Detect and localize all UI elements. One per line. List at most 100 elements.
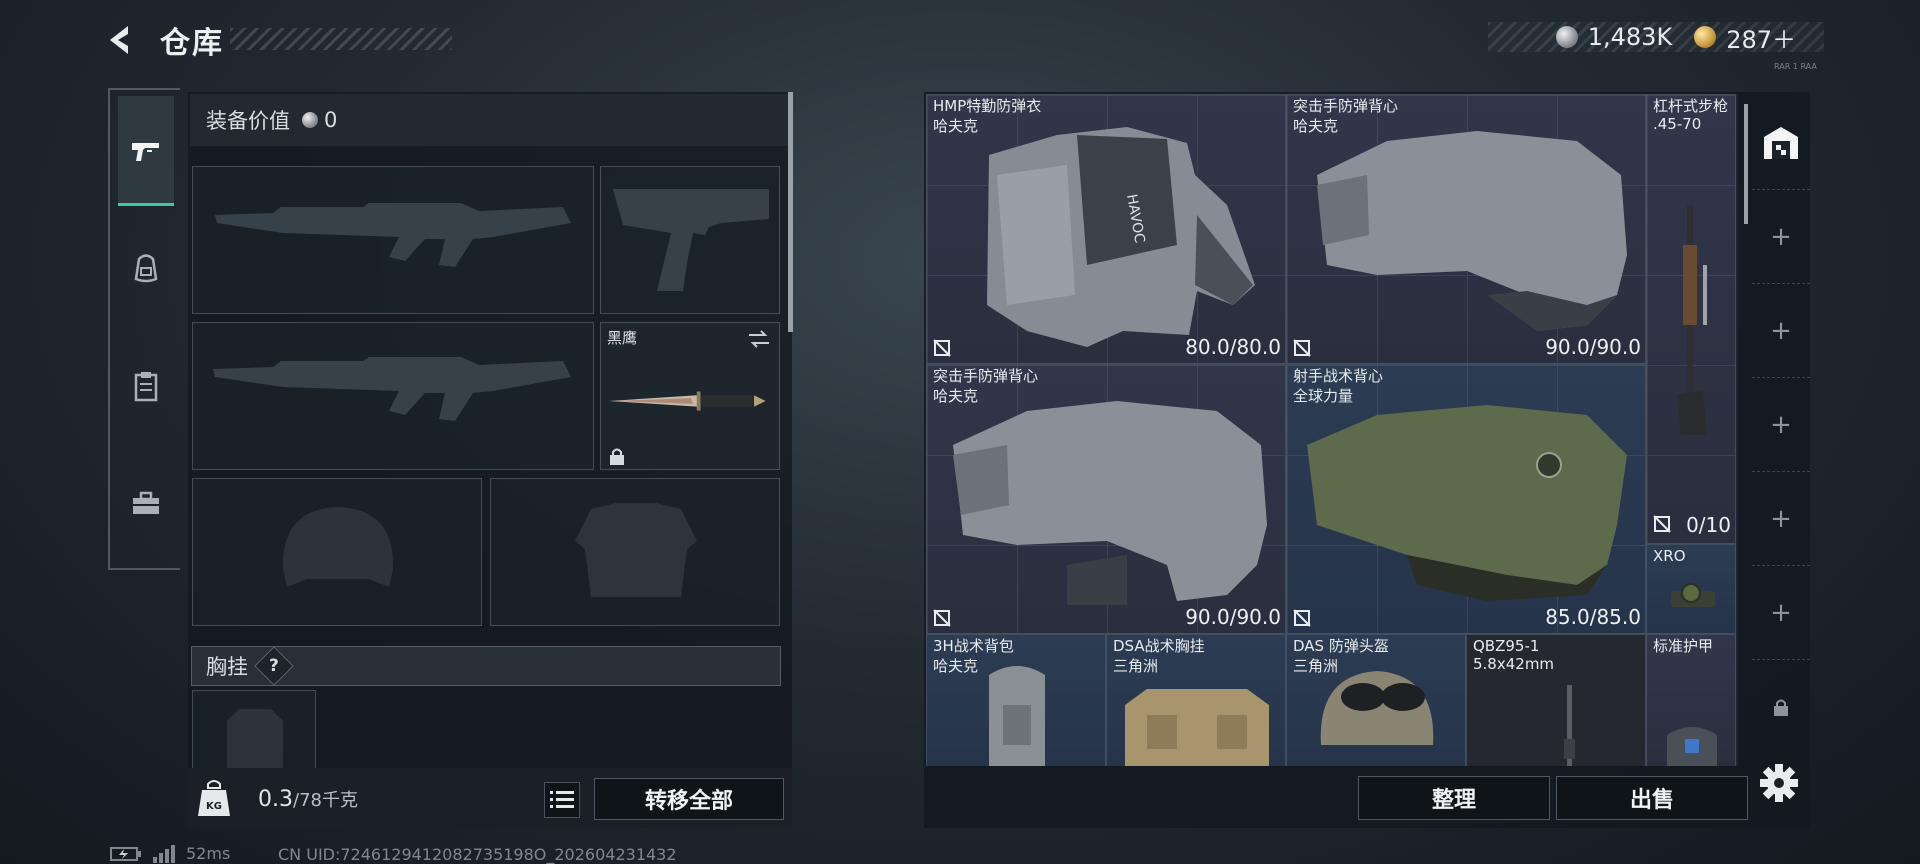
swap-icon[interactable] — [747, 329, 771, 349]
item-brand: 哈夫克 — [933, 387, 979, 405]
sort-button[interactable]: 整理 — [1358, 776, 1550, 820]
stash-item[interactable]: 杠杆式步枪 .45-70 0/10 — [1646, 94, 1736, 544]
toolbox-tab[interactable] — [118, 476, 174, 532]
weapon-tab[interactable] — [118, 96, 174, 206]
no-insurance-icon — [933, 609, 951, 627]
item-name: 突击手防弹背心 — [933, 367, 1039, 385]
lock-icon — [610, 448, 624, 465]
chest-rig-silhouette-icon — [227, 709, 283, 771]
stash-item[interactable]: 射手战术背心 全球力量 85.0/85.0 — [1286, 364, 1646, 634]
item-brand: 5.8x42mm — [1473, 655, 1555, 673]
item-durability: 80.0/80.0 — [1185, 335, 1281, 359]
stash-item[interactable]: DAS 防弹头盔 三角洲 — [1286, 634, 1466, 766]
stash-item[interactable]: QBZ95-1 5.8x42mm — [1466, 634, 1646, 766]
weight-icon: KG — [198, 780, 230, 816]
chest-rig-label: 胸挂 — [206, 655, 248, 679]
melee-slot[interactable]: 黑鹰 — [600, 322, 780, 470]
list-icon — [550, 791, 574, 808]
stash-item[interactable]: XRO — [1646, 544, 1736, 634]
add-icon: + — [1770, 409, 1792, 440]
body-armor-icon: HAVOC — [987, 127, 1255, 347]
gold-coin-icon — [1694, 26, 1717, 48]
carry-weight-max: /78千克 — [293, 790, 358, 811]
secondary-weapon-slot[interactable] — [192, 322, 594, 470]
stash-tabs-rail: + + + + + — [1752, 94, 1810, 766]
item-durability: 85.0/85.0 — [1545, 605, 1641, 629]
add-icon: + — [1770, 503, 1792, 534]
gold-currency-value[interactable]: 287＋ — [1726, 20, 1796, 55]
sell-button[interactable]: 出售 — [1556, 776, 1748, 820]
stash-tab-add-3[interactable]: + — [1752, 378, 1810, 472]
helmet-slot[interactable] — [192, 478, 482, 626]
item-name: 突击手防弹背心 — [1293, 97, 1399, 115]
stash-item[interactable]: 突击手防弹背心 哈夫克 90.0/90.0 — [1286, 94, 1646, 364]
item-brand: 哈夫克 — [933, 117, 979, 135]
backpack-icon — [134, 254, 158, 283]
item-name: 射手战术背心 — [1293, 367, 1384, 385]
chest-rig-slot[interactable] — [192, 690, 316, 771]
stash-tab-add-1[interactable]: + — [1752, 190, 1810, 284]
equipment-value-header: 装备价值 0 — [190, 94, 788, 146]
add-icon: + — [1770, 315, 1792, 346]
item-name: QBZ95-1 — [1473, 637, 1540, 655]
silver-coin-icon — [1555, 26, 1578, 48]
sidearm-slot[interactable] — [600, 166, 780, 314]
stash-item[interactable]: 标准护甲 — [1646, 634, 1736, 766]
stash-tab-main[interactable] — [1752, 94, 1810, 190]
stash-scrollbar[interactable] — [1744, 104, 1748, 224]
currency-bar: 1,483K 287＋ — [1488, 20, 1824, 55]
equipment-value: 0 — [324, 108, 338, 132]
battery-icon — [110, 846, 141, 861]
back-button[interactable] — [104, 22, 144, 58]
stash-tab-add-2[interactable]: + — [1752, 284, 1810, 378]
stash-grid: HMP特勤防弹衣 哈夫克 HAVOC 80.0/80.0 突击手防弹背心 哈夫克… — [926, 94, 1738, 766]
status-bar: 52ms — [110, 844, 230, 863]
silver-currency-value: 1,483K — [1587, 23, 1673, 51]
back-arrow-icon — [110, 26, 128, 54]
add-icon: + — [1770, 221, 1792, 252]
no-insurance-icon — [1653, 515, 1671, 533]
svg-text:KG: KG — [206, 801, 222, 812]
no-insurance-icon — [1293, 609, 1311, 627]
backpack-tab[interactable] — [118, 240, 174, 296]
page-title: 仓库 — [160, 26, 224, 61]
item-brand: .45-70 — [1653, 115, 1702, 133]
no-insurance-icon — [1293, 339, 1311, 357]
settings-gear-icon[interactable] — [1756, 760, 1802, 806]
item-name: HMP特勤防弹衣 — [933, 97, 1042, 115]
chest-rig-header: 胸挂 ? — [191, 646, 781, 686]
rifle-silhouette-icon — [215, 203, 571, 267]
item-durability: 90.0/90.0 — [1185, 605, 1281, 629]
currency-tiny-label: RAR 1 RAA — [1774, 62, 1817, 71]
knife-icon — [608, 391, 766, 411]
primary-weapon-slot[interactable] — [192, 166, 594, 314]
no-insurance-icon — [933, 339, 951, 357]
carry-weight: 0.3/78千克 — [258, 786, 358, 812]
body-armor-slot[interactable] — [490, 478, 780, 626]
rifle-silhouette-icon — [213, 357, 571, 421]
item-name: 杠杆式步枪 — [1653, 97, 1729, 115]
clipboard-icon — [134, 372, 158, 402]
stash-tab-locked[interactable] — [1752, 660, 1810, 754]
melee-label: 黑鹰 — [607, 329, 638, 347]
transfer-all-button[interactable]: 转移全部 — [594, 778, 784, 820]
stash-item[interactable]: 3H战术背包 哈夫克 — [926, 634, 1106, 766]
stash-item[interactable]: DSA战术胸挂 三角洲 — [1106, 634, 1286, 766]
stash-tab-add-4[interactable]: + — [1752, 472, 1810, 566]
equipment-scrollbar[interactable] — [788, 92, 793, 332]
ping-value: 52ms — [186, 844, 231, 863]
item-name: DSA战术胸挂 — [1113, 637, 1205, 655]
item-name: DAS 防弹头盔 — [1293, 637, 1389, 655]
pistol-icon — [132, 142, 159, 161]
stash-item[interactable]: 突击手防弹背心 哈夫克 90.0/90.0 — [926, 364, 1286, 634]
list-view-button[interactable] — [544, 782, 580, 818]
item-brand: 全球力量 — [1293, 387, 1354, 405]
help-icon[interactable]: ? — [254, 646, 294, 686]
clipboard-tab[interactable] — [118, 358, 174, 414]
pistol-silhouette-icon — [613, 189, 769, 291]
title-decoration — [230, 28, 452, 50]
user-uid: CN UID:7246129412082735198O_202604231432 — [278, 845, 677, 864]
body-armor-icon — [1317, 131, 1627, 331]
stash-tab-add-5[interactable]: + — [1752, 566, 1810, 660]
stash-item[interactable]: HMP特勤防弹衣 哈夫克 HAVOC 80.0/80.0 — [926, 94, 1286, 364]
